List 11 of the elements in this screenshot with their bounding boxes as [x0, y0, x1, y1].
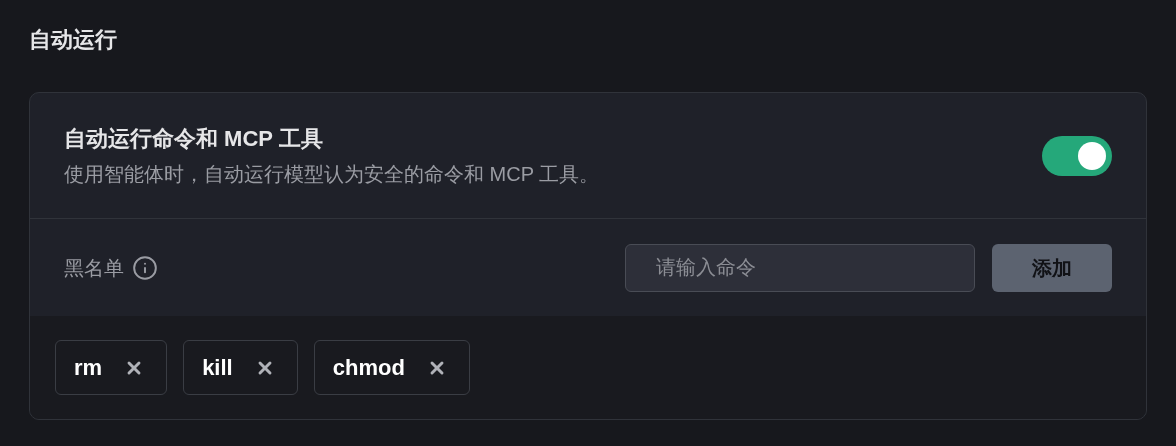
- setting-description: 使用智能体时，自动运行模型认为安全的命令和 MCP 工具。: [64, 161, 600, 187]
- section-title: 自动运行: [29, 26, 118, 54]
- setting-title: 自动运行命令和 MCP 工具: [64, 124, 324, 153]
- tag-label: chmod: [332, 354, 405, 382]
- toggle-switch[interactable]: [1042, 135, 1112, 176]
- command-input-field[interactable]: 请输入命令: [625, 243, 975, 292]
- add-button[interactable]: 添加: [992, 243, 1112, 292]
- tag-label: kill: [202, 354, 233, 382]
- blacklist-label: 黑名单: [64, 255, 124, 281]
- tag-label: rm: [74, 354, 103, 382]
- info-icon[interactable]: [132, 254, 158, 281]
